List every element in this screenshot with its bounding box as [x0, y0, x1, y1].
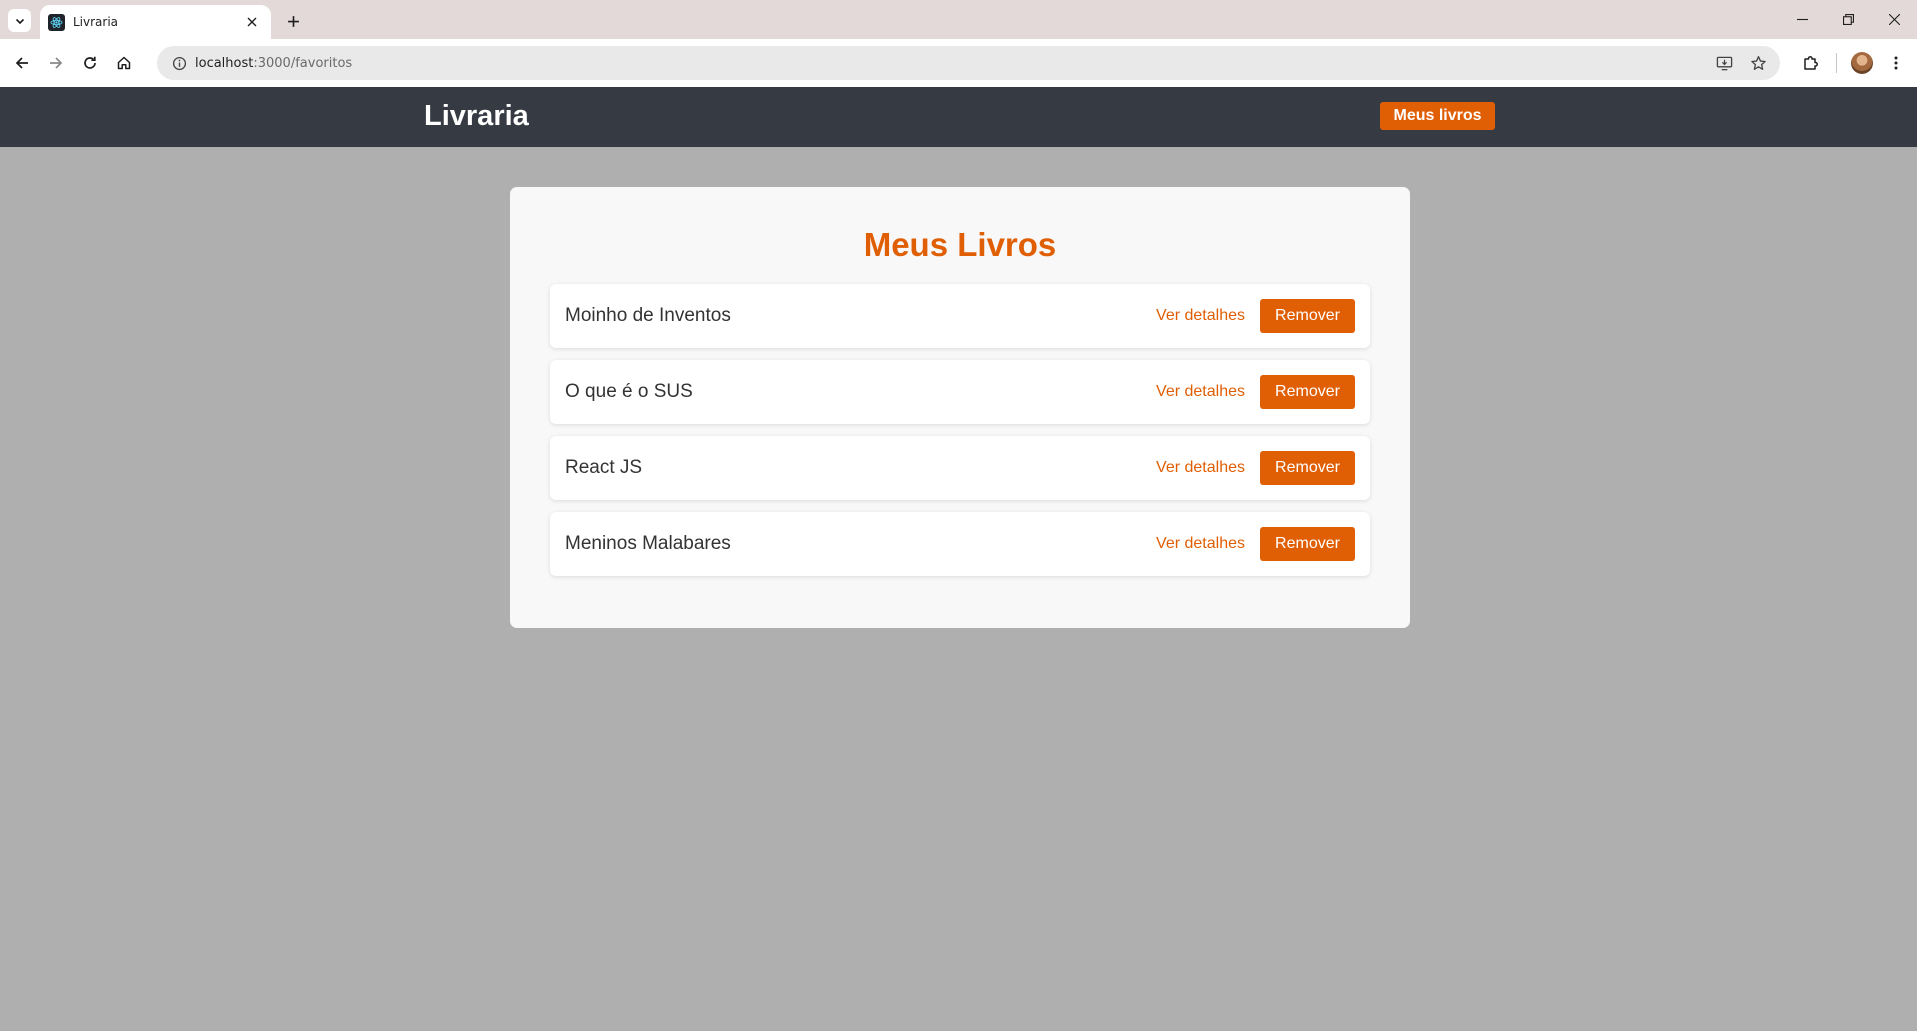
browser-tab-active[interactable]: Livraria [40, 5, 271, 39]
react-favicon-icon [48, 13, 65, 31]
forward-arrow-icon[interactable] [39, 46, 73, 80]
bookmark-star-icon[interactable] [1744, 49, 1772, 77]
minimize-icon[interactable] [1779, 0, 1825, 39]
remove-button[interactable]: Remover [1260, 375, 1355, 409]
brand-logo[interactable]: Livraria [424, 100, 529, 133]
address-url: localhost:3000/favoritos [195, 56, 352, 71]
install-app-icon[interactable] [1710, 49, 1738, 77]
url-host: localhost [195, 55, 254, 71]
book-list-item: Moinho de Inventos Ver detalhes Remover [550, 284, 1370, 348]
book-title: Moinho de Inventos [565, 305, 731, 326]
restore-icon[interactable] [1825, 0, 1871, 39]
toolbar-right-actions [1794, 46, 1913, 80]
page-title: Meus Livros [863, 226, 1057, 263]
more-menu-icon[interactable] [1879, 46, 1913, 80]
new-tab-plus-icon[interactable] [282, 10, 304, 32]
chevron-down-icon [15, 18, 24, 24]
remove-button[interactable]: Remover [1260, 299, 1355, 333]
book-list-item: O que é o SUS Ver detalhes Remover [550, 360, 1370, 424]
profile-avatar[interactable] [1851, 52, 1873, 74]
extensions-puzzle-icon[interactable] [1794, 46, 1828, 80]
book-title: Meninos Malabares [565, 533, 731, 554]
tab-title: Livraria [73, 15, 119, 29]
view-details-link[interactable]: Ver detalhes [1156, 307, 1245, 325]
close-window-icon[interactable] [1871, 0, 1917, 39]
window-controls [1779, 0, 1917, 39]
address-bar-actions [1710, 46, 1772, 80]
tab-search-button[interactable] [8, 9, 31, 32]
toolbar-divider [1836, 53, 1837, 73]
view-details-link[interactable]: Ver detalhes [1156, 535, 1245, 553]
url-path: :3000/favoritos [253, 55, 353, 71]
book-list: Moinho de Inventos Ver detalhes Remover … [550, 284, 1370, 588]
site-info-icon[interactable] [163, 46, 195, 80]
book-title: O que é o SUS [565, 381, 693, 402]
remove-button[interactable]: Remover [1260, 451, 1355, 485]
view-details-link[interactable]: Ver detalhes [1156, 459, 1245, 477]
view-details-link[interactable]: Ver detalhes [1156, 383, 1245, 401]
reload-icon[interactable] [73, 46, 107, 80]
address-bar[interactable]: localhost:3000/favoritos [157, 46, 1780, 80]
book-list-item: Meninos Malabares Ver detalhes Remover [550, 512, 1370, 576]
home-icon[interactable] [107, 46, 141, 80]
meus-livros-nav-button[interactable]: Meus livros [1380, 102, 1495, 130]
book-title: React JS [565, 457, 643, 478]
favorites-card: Meus Livros Moinho de Inventos Ver detal… [510, 187, 1410, 628]
tab-close-icon[interactable] [243, 13, 261, 31]
browser-tabstrip: Livraria [0, 0, 1917, 39]
browser-toolbar: localhost:3000/favoritos [0, 39, 1917, 87]
remove-button[interactable]: Remover [1260, 527, 1355, 561]
back-arrow-icon[interactable] [5, 46, 39, 80]
book-list-item: React JS Ver detalhes Remover [550, 436, 1370, 500]
app-header: Livraria Meus livros [0, 87, 1917, 147]
